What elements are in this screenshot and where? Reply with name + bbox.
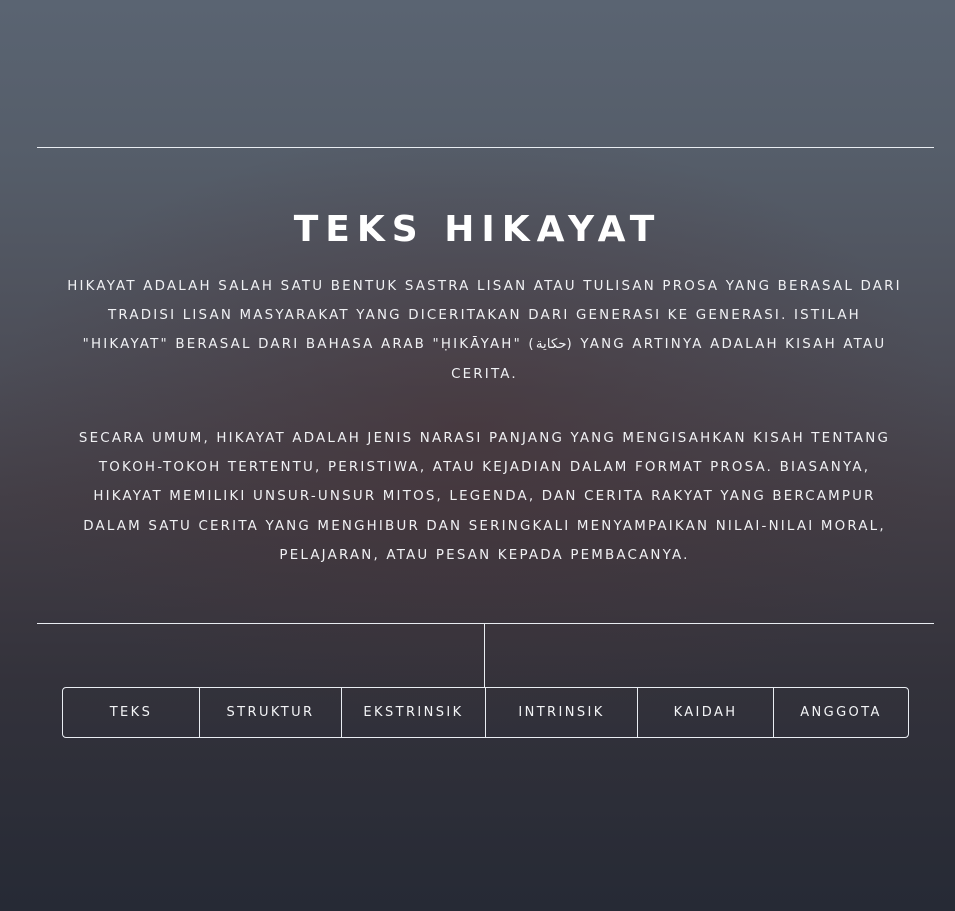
intro-paragraph-2: SECARA UMUM, HIKAYAT ADALAH JENIS NARASI…	[78, 431, 891, 563]
nav-item-ekstrinsik[interactable]: EKSTRINSIK	[342, 688, 486, 737]
nav-connector-line	[484, 624, 485, 687]
main-nav: TEKS STRUKTUR EKSTRINSIK INTRINSIK KAIDA…	[62, 687, 909, 738]
page: { "header": { "title": "TEKS HIKAYAT" },…	[0, 0, 955, 911]
page-title: TEKS HIKAYAT	[293, 209, 662, 250]
top-divider	[37, 147, 934, 148]
bottom-divider	[37, 623, 934, 624]
nav-item-kaidah[interactable]: KAIDAH	[638, 688, 774, 737]
nav-item-anggota[interactable]: ANGGOTA	[774, 688, 908, 737]
nav-item-teks[interactable]: TEKS	[63, 688, 200, 737]
nav-item-intrinsik[interactable]: INTRINSIK	[486, 688, 638, 737]
nav-item-struktur[interactable]: STRUKTUR	[200, 688, 342, 737]
intro-paragraph-1: HIKAYAT ADALAH SALAH SATU BENTUK SASTRA …	[67, 279, 902, 382]
